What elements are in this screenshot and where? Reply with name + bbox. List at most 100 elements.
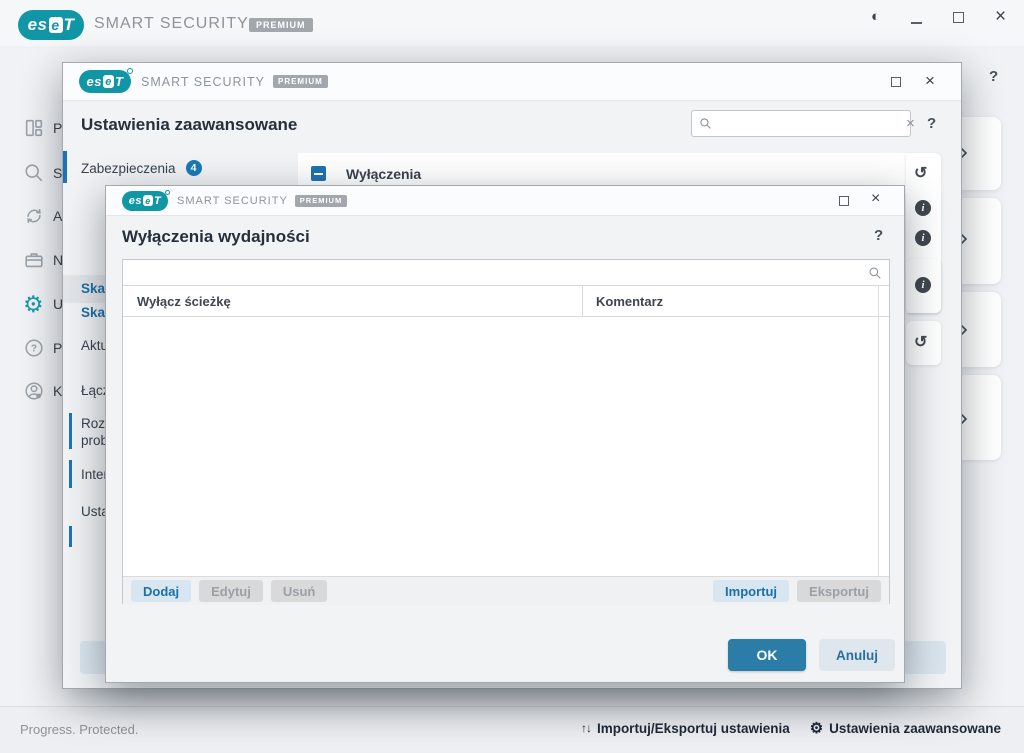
nav-indicator-bar bbox=[69, 460, 72, 488]
dialog-help-icon[interactable]: ? bbox=[927, 115, 936, 132]
svg-text:?: ? bbox=[31, 344, 37, 355]
cancel-button[interactable]: Anuluj bbox=[819, 639, 895, 671]
sidebar-item-label[interactable]: P bbox=[53, 120, 62, 136]
settings-gear-icon[interactable]: ⚙ bbox=[23, 291, 44, 318]
exclusions-table-panel: Wyłącz ścieżkę Komentarz Dodaj Edytuj Us… bbox=[122, 259, 890, 604]
import-export-settings-link[interactable]: ↑↓ Importuj/Eksportuj ustawienia bbox=[581, 721, 790, 736]
update-icon[interactable] bbox=[23, 205, 45, 227]
info-glyph: i bbox=[921, 232, 924, 244]
nav-item-label: Zabezpieczenia bbox=[81, 161, 176, 176]
main-help-icon[interactable]: ? bbox=[989, 68, 998, 85]
dialog-help-icon[interactable]: ? bbox=[874, 227, 883, 244]
eset-logo: eseT bbox=[79, 70, 131, 93]
import-export-label: Importuj/Eksportuj ustawienia bbox=[597, 721, 790, 736]
sidebar-item-label[interactable]: K bbox=[53, 383, 62, 399]
advanced-settings-link[interactable]: ⚙ Ustawienia zaawansowane bbox=[810, 719, 1001, 737]
nav-indicator-bar bbox=[69, 526, 72, 547]
table-button-bar: Dodaj Edytuj Usuń Importuj Eksportuj bbox=[123, 576, 889, 605]
clear-search-icon[interactable]: × bbox=[900, 115, 921, 132]
help-icon[interactable]: ? bbox=[23, 337, 45, 359]
maximize-button[interactable] bbox=[839, 196, 849, 206]
registered-mark-icon bbox=[127, 68, 133, 74]
settings-rows-strip: ↺ bbox=[906, 321, 941, 365]
advanced-settings-label: Ustawienia zaawansowane bbox=[829, 721, 1001, 736]
product-name: SMART SECURITY bbox=[141, 75, 265, 89]
logo-text: T bbox=[154, 195, 161, 207]
table-body-empty[interactable] bbox=[123, 317, 878, 576]
info-icon[interactable]: i bbox=[915, 200, 931, 216]
logo-text: e bbox=[143, 195, 153, 206]
column-divider[interactable] bbox=[582, 286, 583, 317]
account-icon[interactable] bbox=[23, 380, 45, 402]
section-title: Wyłączenia bbox=[346, 166, 421, 182]
main-sidebar: P S A N ⚙ U ? bbox=[0, 46, 62, 706]
dialog-title: Ustawienia zaawansowane bbox=[81, 115, 297, 135]
main-statusbar: Progress. Protected. ↑↓ Importuj/Eksport… bbox=[0, 706, 1024, 753]
logo-text: e bbox=[49, 17, 63, 33]
collapse-minus-icon[interactable] bbox=[311, 166, 326, 181]
revert-icon[interactable]: ↺ bbox=[914, 332, 927, 352]
column-header-comment[interactable]: Komentarz bbox=[596, 294, 663, 309]
edit-button[interactable]: Edytuj bbox=[199, 580, 263, 602]
dialog-titlebar: eseT SMART SECURITY PREMIUM × bbox=[106, 186, 904, 216]
nav-indicator-bar bbox=[63, 151, 67, 183]
close-button[interactable]: × bbox=[995, 6, 1006, 28]
add-button[interactable]: Dodaj bbox=[131, 580, 191, 602]
sidebar-item-label[interactable]: S bbox=[53, 165, 62, 181]
contrast-toggle-icon[interactable]: ◐ bbox=[871, 8, 880, 25]
ok-button[interactable]: OK bbox=[728, 639, 806, 671]
revert-icon[interactable]: ↺ bbox=[914, 163, 927, 183]
nav-item-security[interactable]: Zabezpieczenia 4 bbox=[81, 160, 202, 176]
dialog-title: Wyłączenia wydajności bbox=[122, 227, 310, 247]
eset-main-window: eseT SMART SECURITY PREMIUM ◐ × P S bbox=[0, 0, 1024, 753]
logo-text: es bbox=[28, 15, 48, 35]
nav-indicator-bar bbox=[69, 413, 72, 449]
product-name: SMART SECURITY bbox=[94, 15, 249, 33]
premium-badge: PREMIUM bbox=[295, 195, 347, 207]
nav-item[interactable]: prob bbox=[81, 433, 108, 448]
settings-search-box: × bbox=[691, 110, 911, 137]
main-titlebar: eseT SMART SECURITY PREMIUM ◐ × bbox=[0, 0, 1024, 46]
search-icon bbox=[861, 266, 889, 280]
import-export-icon: ↑↓ bbox=[581, 721, 591, 735]
close-button[interactable]: × bbox=[871, 190, 880, 208]
eset-logo: eseT bbox=[122, 191, 168, 211]
premium-badge: PREMIUM bbox=[273, 75, 328, 88]
remove-button[interactable]: Usuń bbox=[271, 580, 328, 602]
logo-text: es bbox=[87, 74, 102, 89]
info-icon[interactable]: i bbox=[915, 277, 931, 293]
tagline: Progress. Protected. bbox=[20, 722, 139, 737]
tools-icon[interactable] bbox=[23, 249, 45, 271]
import-button[interactable]: Importuj bbox=[713, 580, 789, 602]
close-button[interactable]: × bbox=[925, 71, 935, 91]
nav-item[interactable]: Inter bbox=[81, 467, 108, 482]
scan-icon[interactable] bbox=[23, 162, 45, 184]
column-header-path[interactable]: Wyłącz ścieżkę bbox=[137, 294, 231, 309]
dashboard-icon[interactable] bbox=[23, 117, 45, 139]
info-glyph: i bbox=[921, 279, 924, 291]
scrollbar-gutter[interactable] bbox=[878, 286, 879, 576]
logo-text: T bbox=[115, 74, 123, 89]
maximize-button[interactable] bbox=[953, 12, 964, 23]
security-count-badge: 4 bbox=[186, 160, 202, 176]
logo-text: T bbox=[64, 15, 75, 35]
settings-search-input[interactable] bbox=[716, 111, 900, 136]
gear-icon: ⚙ bbox=[810, 719, 823, 737]
search-icon bbox=[692, 117, 716, 130]
premium-badge: PREMIUM bbox=[249, 18, 313, 32]
sidebar-item-label[interactable]: P bbox=[53, 340, 62, 356]
logo-text: es bbox=[129, 195, 142, 207]
settings-rows-strip: i bbox=[906, 259, 941, 313]
minimize-button[interactable] bbox=[911, 22, 922, 24]
info-icon[interactable]: i bbox=[915, 230, 931, 246]
export-button[interactable]: Eksportuj bbox=[797, 580, 881, 602]
table-header-row: Wyłącz ścieżkę Komentarz bbox=[123, 286, 889, 317]
performance-exclusions-dialog: eseT SMART SECURITY PREMIUM × Wyłączenia… bbox=[105, 185, 905, 683]
table-search-input[interactable] bbox=[123, 260, 861, 285]
dialog-titlebar: eseT SMART SECURITY PREMIUM × bbox=[63, 63, 961, 101]
logo-text: e bbox=[103, 75, 114, 88]
sidebar-item-label[interactable]: A bbox=[53, 208, 62, 224]
nav-item[interactable]: Aktu bbox=[81, 338, 108, 353]
table-filter-row bbox=[123, 260, 889, 286]
maximize-button[interactable] bbox=[891, 77, 901, 87]
